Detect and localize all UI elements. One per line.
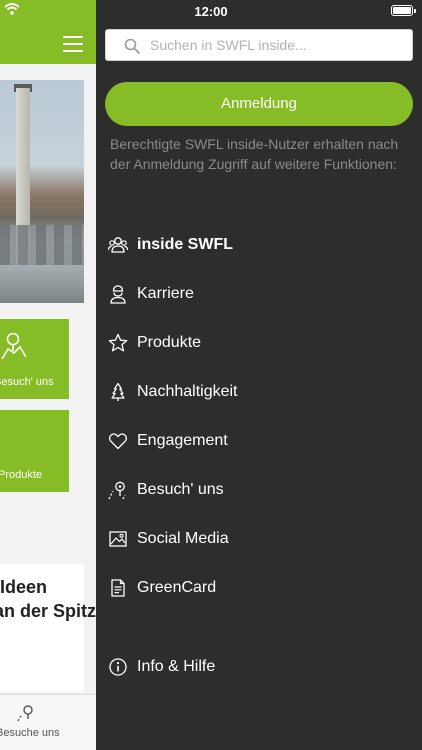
menu-item-karriere[interactable]: Karriere <box>96 269 422 318</box>
tab-visit-label[interactable]: Besuche uns <box>0 727 60 739</box>
status-time: 12:00 <box>194 4 228 19</box>
menu-label: Engagement <box>137 432 228 449</box>
app-header <box>0 0 96 64</box>
star-icon <box>108 333 128 352</box>
menu-item-engagement[interactable]: Engagement <box>96 416 422 465</box>
menu-label: Social Media <box>137 530 229 547</box>
info-icon <box>109 658 127 676</box>
menu-label: Besuch' uns <box>137 481 224 498</box>
map-pin-icon <box>1 332 27 360</box>
search-icon <box>124 38 140 54</box>
news-card[interactable]: Ideen an der Spitz <box>0 564 96 692</box>
menu-item-inside-swfl[interactable]: inside SWFL <box>96 220 422 269</box>
people-icon <box>108 237 128 253</box>
menu-label: GreenCard <box>137 579 217 596</box>
wifi-icon <box>4 3 20 15</box>
tile-visit[interactable]: Besuch' uns <box>0 319 69 399</box>
menu-item-info-hilfe[interactable]: Info & Hilfe <box>96 642 422 691</box>
hamburger-menu-icon[interactable] <box>63 36 83 52</box>
search-box[interactable] <box>105 29 413 61</box>
login-button[interactable]: Anmeldung <box>105 82 413 126</box>
menu-item-nachhaltigkeit[interactable]: Nachhaltigkeit <box>96 367 422 416</box>
worker-icon <box>110 285 126 304</box>
login-note: Berechtigte SWFL inside-Nutzer erhalten … <box>110 136 399 172</box>
tile-visit-label: Besuch' uns <box>0 376 54 388</box>
hero-photo <box>0 80 84 303</box>
tile-products[interactable]: Produkte <box>0 410 69 492</box>
map-pin-icon <box>17 705 33 722</box>
search-input[interactable] <box>150 30 408 60</box>
menu-label: Info & Hilfe <box>137 658 216 675</box>
side-drawer: 12:00 Anmeldung Berechtigte SWFL inside-… <box>96 0 422 750</box>
heart-icon <box>108 433 128 450</box>
background-app: Besuch' uns Produkte Ideen an der Spitz … <box>0 0 96 750</box>
menu-item-social-media[interactable]: Social Media <box>96 514 422 563</box>
menu-label: Nachhaltigkeit <box>137 383 238 400</box>
menu-item-produkte[interactable]: Produkte <box>96 318 422 367</box>
news-card-title-line1: Ideen <box>0 577 48 597</box>
tab-bar: Besuche uns <box>0 694 96 750</box>
menu-label: Produkte <box>137 334 202 351</box>
tile-products-label: Produkte <box>0 469 43 481</box>
image-icon <box>109 531 127 547</box>
menu-item-besuch-uns[interactable]: Besuch' uns <box>96 465 422 514</box>
menu-label: inside SWFL <box>137 236 233 253</box>
tree-icon <box>111 382 125 401</box>
map-pin-icon <box>108 481 126 500</box>
battery-icon <box>391 5 416 16</box>
menu-item-greencard[interactable]: GreenCard <box>96 563 422 612</box>
document-icon <box>111 579 125 597</box>
news-card-title-line2: an der Spitz <box>0 601 96 621</box>
menu-label: Karriere <box>137 285 194 302</box>
